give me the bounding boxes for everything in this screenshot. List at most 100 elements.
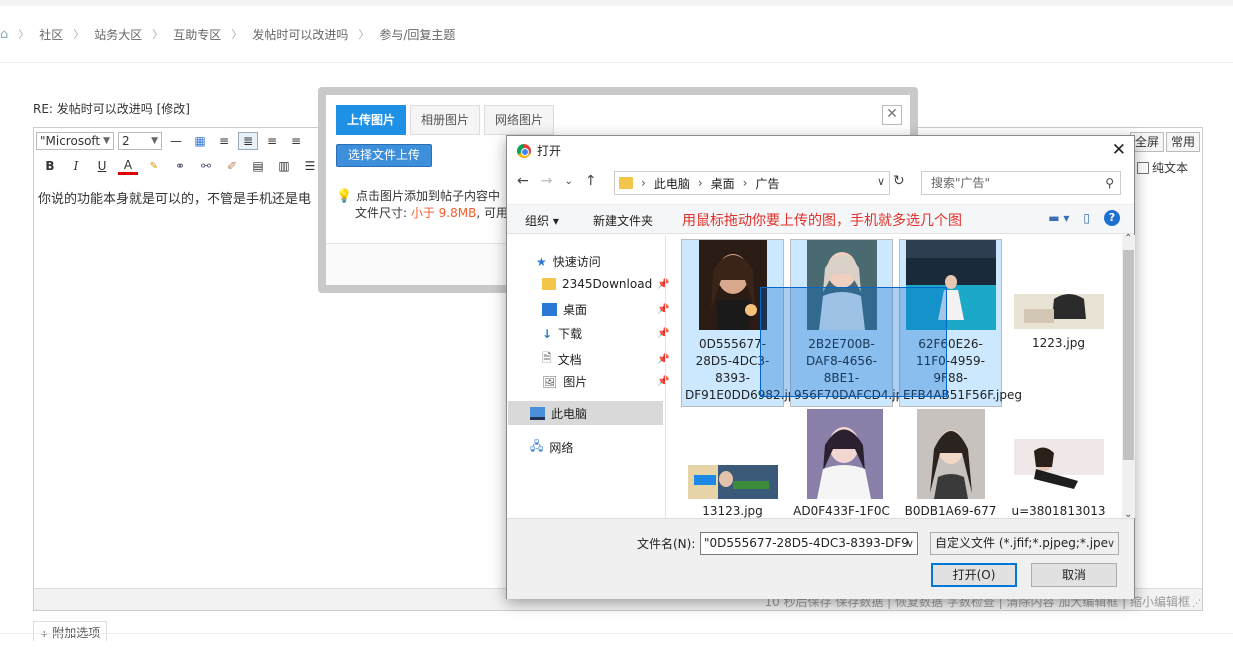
file-item[interactable]: 1223.jpg (1007, 239, 1110, 352)
tab-album-image[interactable]: 相册图片 (410, 105, 481, 135)
upload-tabs: 上传图片 相册图片 网络图片 (336, 105, 555, 135)
chevron-down-icon[interactable]: ∨ (906, 533, 914, 554)
download-arrow-icon: ↓ (542, 326, 553, 341)
horizontal-rule-icon[interactable]: — (166, 132, 186, 150)
file-item[interactable]: B0DB1A69-677 (899, 409, 1002, 518)
breadcrumb: ⌂ 〉 社区 〉 站务大区 〉 互助专区 〉 发帖时可以改进吗 〉 参与/回复主… (0, 26, 456, 43)
breadcrumb-item-site-affairs[interactable]: 站务大区 (94, 26, 142, 43)
path-this-pc[interactable]: 此电脑 (654, 175, 690, 192)
bold-icon[interactable]: B (40, 157, 60, 175)
address-bar[interactable]: › 此电脑 › 桌面 › 广告 ∨ (614, 171, 890, 195)
ordered-list-icon[interactable]: ☰ (300, 157, 320, 175)
refresh-icon[interactable]: ↻ (893, 173, 905, 189)
recent-chevron-icon[interactable]: ⌄ (564, 176, 572, 187)
address-dropdown-icon[interactable]: ∨ (877, 175, 885, 188)
new-folder-button[interactable]: 新建文件夹 (593, 212, 653, 229)
image-thumbnail (1013, 292, 1104, 329)
scrollbar-thumb[interactable] (1123, 250, 1134, 460)
folder-icon (619, 177, 633, 189)
fullscreen-button[interactable]: 全屏 (1129, 132, 1164, 152)
align-justify-icon[interactable]: ≣ (238, 132, 258, 150)
nav-network[interactable]: 🖧 网络 (530, 437, 573, 458)
add-options-tab[interactable]: + 附加选项 (33, 621, 108, 641)
path-desktop[interactable]: 桌面 (711, 175, 735, 192)
align-center-icon[interactable]: ≡ (262, 132, 282, 150)
search-icon: ⚲ (1105, 176, 1114, 190)
breadcrumb-item-thread[interactable]: 发帖时可以改进吗 (252, 26, 348, 43)
font-size-select[interactable]: 2 ▼ (118, 132, 162, 150)
file-size-limit: 小于 9.8MB (410, 206, 477, 220)
nav-pictures[interactable]: 🖼 图片 📌 (542, 373, 669, 390)
nav-2345download[interactable]: 2345Download 📌 (542, 277, 669, 291)
unlink-icon[interactable]: ⚯ (196, 157, 216, 175)
float-right-icon[interactable]: ▥ (274, 157, 294, 175)
file-open-dialog: 打开 ✕ ← → ⌄ ↑ › 此电脑 › 桌面 › 广告 ∨ ↻ 搜索"广告" ⚲… (506, 135, 1135, 599)
dialog-title: 打开 (537, 144, 562, 158)
file-name-input[interactable]: "0D555677-28D5-4DC3-8393-DF9 ∨ (700, 532, 918, 555)
open-button[interactable]: 打开(O) (931, 563, 1017, 587)
home-icon[interactable]: ⌂ (0, 27, 8, 42)
float-left-icon[interactable]: ▤ (248, 157, 268, 175)
desktop-icon (542, 303, 557, 316)
preview-pane-icon[interactable]: ▯ (1083, 211, 1090, 225)
chevron-down-icon[interactable]: ∨ (1107, 533, 1115, 554)
breadcrumb-item-help-zone[interactable]: 互助专区 (173, 26, 221, 43)
align-left-icon[interactable]: ≡ (214, 132, 234, 150)
dialog-title-bar: 打开 (517, 142, 561, 159)
search-input[interactable]: 搜索"广告" ⚲ (921, 171, 1121, 195)
nav-desktop[interactable]: 桌面 📌 (542, 301, 669, 318)
underline-icon[interactable]: U (92, 157, 112, 175)
plain-text-label: 纯文本 (1151, 161, 1188, 175)
picture-icon: 🖼 (542, 374, 558, 389)
file-item[interactable]: 13123.jpg (681, 409, 784, 518)
plain-text-checkbox[interactable] (1136, 161, 1149, 174)
file-item[interactable]: u=3801813013 (1007, 409, 1110, 518)
forward-arrow-icon[interactable]: → (541, 173, 553, 189)
font-select[interactable]: "Microsoft ▼ (36, 132, 114, 150)
drag-selection-rectangle (760, 287, 947, 397)
cancel-button[interactable]: 取消 (1031, 563, 1117, 587)
folder-icon (542, 278, 556, 290)
resize-grip-icon[interactable]: ⋰ (1192, 599, 1201, 609)
image-thumbnail (687, 465, 778, 499)
breadcrumb-item-reply: 参与/回复主题 (379, 27, 456, 42)
font-color-icon[interactable]: A (118, 157, 138, 175)
help-icon[interactable]: ? (1104, 210, 1120, 226)
select-file-upload-button[interactable]: 选择文件上传 (336, 144, 433, 167)
navigation-pane: ★ 快速访问 2345Download 📌 桌面 📌 ↓ 下载 📌 🗎 文档 📌 🖼 图片 📌 此… (508, 235, 669, 518)
tab-upload-image[interactable]: 上传图片 (336, 105, 407, 135)
link-icon[interactable]: ⚭ (170, 157, 190, 175)
common-mode-button[interactable]: 常用 (1165, 132, 1200, 152)
back-arrow-icon[interactable]: ← (517, 173, 529, 189)
editor-toolbar-row1: "Microsoft ▼ 2 ▼ — ▦ ≡ ≣ ≡ ≡ (36, 132, 306, 150)
nav-documents[interactable]: 🗎 文档 📌 (542, 349, 669, 370)
dialog-close-icon[interactable]: ✕ (1112, 140, 1126, 160)
view-mode-icon[interactable]: ▬ ▾ (1048, 211, 1069, 225)
clear-format-icon[interactable]: ✐ (222, 157, 242, 175)
path-ads[interactable]: 广告 (755, 175, 779, 192)
file-type-select[interactable]: 自定义文件 (*.jfif;*.pjpeg;*.jpe ∨ (930, 532, 1119, 555)
nav-downloads[interactable]: ↓ 下载 📌 (542, 325, 669, 342)
tab-web-image[interactable]: 网络图片 (484, 105, 555, 135)
plus-icon: + (40, 629, 49, 640)
chrome-icon (517, 143, 531, 158)
italic-icon[interactable]: I (66, 157, 86, 175)
breadcrumb-item-community[interactable]: 社区 (39, 26, 63, 43)
document-icon: 🗎 (542, 351, 552, 365)
organize-menu[interactable]: 组织 ▾ (525, 212, 559, 229)
scroll-up-icon[interactable]: ⌃ (1124, 233, 1132, 244)
nav-quick-access[interactable]: ★ 快速访问 (536, 253, 601, 270)
align-right-icon[interactable]: ≡ (286, 132, 306, 150)
up-arrow-icon[interactable]: ↑ (585, 173, 597, 189)
plain-text-toggle[interactable]: 纯文本 (1136, 159, 1188, 176)
editor-content[interactable]: 你说的功能本身就是可以的，不管是手机还是电 (38, 188, 311, 207)
editor-toolbar-row2: B I U A ✎ ⚭ ⚯ ✐ ▤ ▥ ☰ ☷ (40, 157, 346, 175)
background-color-icon[interactable]: ✎ (144, 157, 164, 175)
close-icon[interactable]: ✕ (882, 105, 902, 125)
file-item[interactable]: AD0F433F-1F0C (790, 409, 893, 518)
table-icon[interactable]: ▦ (190, 132, 210, 150)
dialog-navigation: ← → ⌄ ↑ (517, 173, 597, 189)
star-icon: ★ (536, 254, 547, 269)
nav-this-pc[interactable]: 此电脑 (530, 405, 587, 422)
top-bar (0, 0, 1233, 6)
